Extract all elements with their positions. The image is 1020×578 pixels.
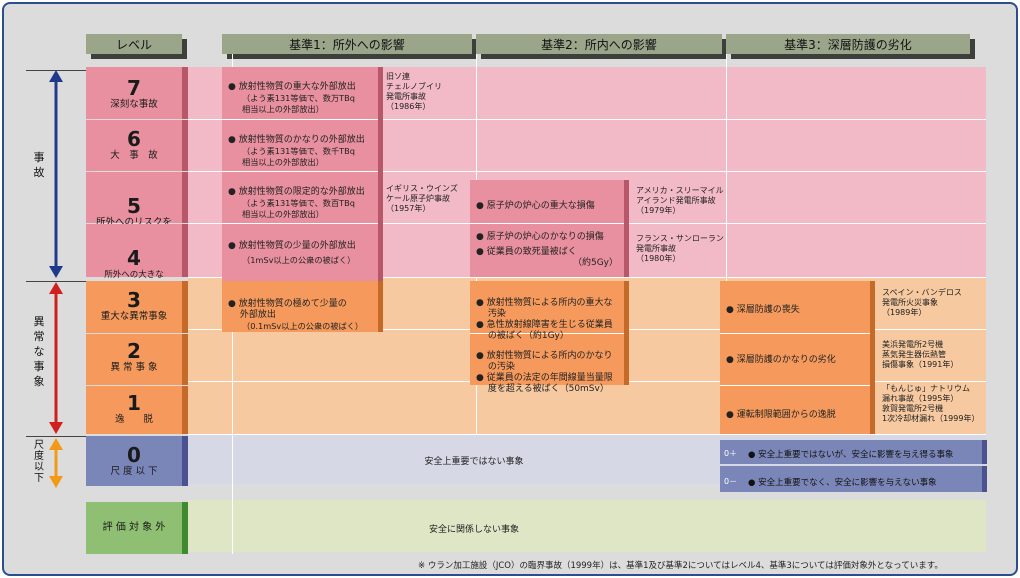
note-saint-laurent: フランス・サンローラン 発電所事故 （1980年） [636,234,724,263]
row-divider [188,434,986,435]
header-criterion-1: 基準1：所外への影響 [222,34,472,54]
header-level: レベル [86,34,182,54]
c3-level0-minus-tag: 0－ [724,477,738,486]
c3-level0-plus: ● 安全上重要ではないが、安全に影響を与え得る事象 [748,450,954,460]
level-5: 5所外へのリスクを 伴う事故 [86,172,182,240]
below-scale-arrow [49,438,63,488]
side-label-accident: 事 故 [33,151,45,179]
row-divider [470,223,624,224]
anomaly-arrow [49,282,63,434]
out-of-scope-text: 安全に関係しない事象 [428,525,519,535]
level-out-of-scope: 評 価 対 象 外 [86,502,182,554]
side-divider [26,70,88,71]
note-windscale: イギリス・ウインズ ケール原子炉事故 （1957年） [386,184,458,213]
side-divider [26,281,88,282]
level-1: 1逸 脱 [86,386,182,434]
side-divider [26,436,88,437]
ines-scale-diagram: レベル 基準1：所外への影響 基準2：所内への影響 基準3：深層防護の劣化 事 … [2,2,1018,576]
note-monju: 「もんじゅ」ナトリウム 漏れ事故（1995年） 敦賀発電所2号機 1次冷却材漏れ… [882,384,980,423]
note-three-mile-island: アメリカ・スリーマイル アイランド発電所事故 （1979年） [636,186,724,215]
side-label-anomaly: 異 常 な 事 象 [33,315,45,388]
c1-level4: ● 放射性物質の少量の外部放出 （1mSv以上の公衆の被ばく） [228,241,356,265]
c2-level5: ● 原子炉の炉心の重大な損傷 [476,201,595,211]
row-divider [720,385,870,386]
header-criterion-2: 基準2：所内への影響 [476,34,722,54]
c3-level2: ● 深層防護のかなりの劣化 [726,355,836,365]
c3-level0-plus-tag: 0＋ [724,449,738,458]
note-chernobyl: 旧ソ連 チェルノブイリ 発電所事故 （1986年） [386,72,442,111]
header-criterion-3: 基準3：深層防護の劣化 [726,34,970,54]
scale-arrows [49,70,63,488]
c3-level1: ● 運転制限範囲からの逸脱 [726,410,836,420]
c2-level4: ● 原子炉の炉心のかなりの損傷 ● 従業員の致死量被ばく （約5Gy） [476,232,618,268]
note-mihama: 美浜発電所2号機 蒸気発生器伝熱管 損傷事象（1991年） [882,340,959,369]
c3-level3: ● 深層防護の喪失 [726,305,800,315]
side-label-below-scale: 尺 度 以 下 [34,440,44,484]
c2-level2: ● 放射性物質による所内のかなり の汚染 ● 従業員の法定の年間線量当量限 度を超… [476,351,613,394]
level-7: 7 深刻な事故 [86,67,182,119]
out-of-scope-band [188,500,986,552]
c3-level0-minus: ● 安全上重要でなく、安全に影響を与えない事象 [748,478,937,488]
level-0: 0尺 度 以 下 [86,436,182,486]
c1-level3: ● 放射性物質の極めて少量の 外部放出 （0.1mSv以上の公衆の被ばく） [228,299,364,331]
accident-arrow [49,70,63,278]
level-3: 3 重大な異常事象 [86,281,182,333]
row-divider [720,333,870,334]
level-4: 4所外への大きな リスクを伴わない事故 [86,224,182,292]
footnote: ※ ウラン加工施設（JCO）の臨界事故（1999年）は、基準1及び基準2について… [418,561,943,571]
level0-text: 安全上重要ではない事象 [424,457,524,467]
note-vandellos: スペイン・バンデロス 発電所火災事象 （1989年） [882,288,962,317]
level-6: 6大 事 故 [86,120,182,171]
level-2: 2異 常 事 象 [86,334,182,385]
